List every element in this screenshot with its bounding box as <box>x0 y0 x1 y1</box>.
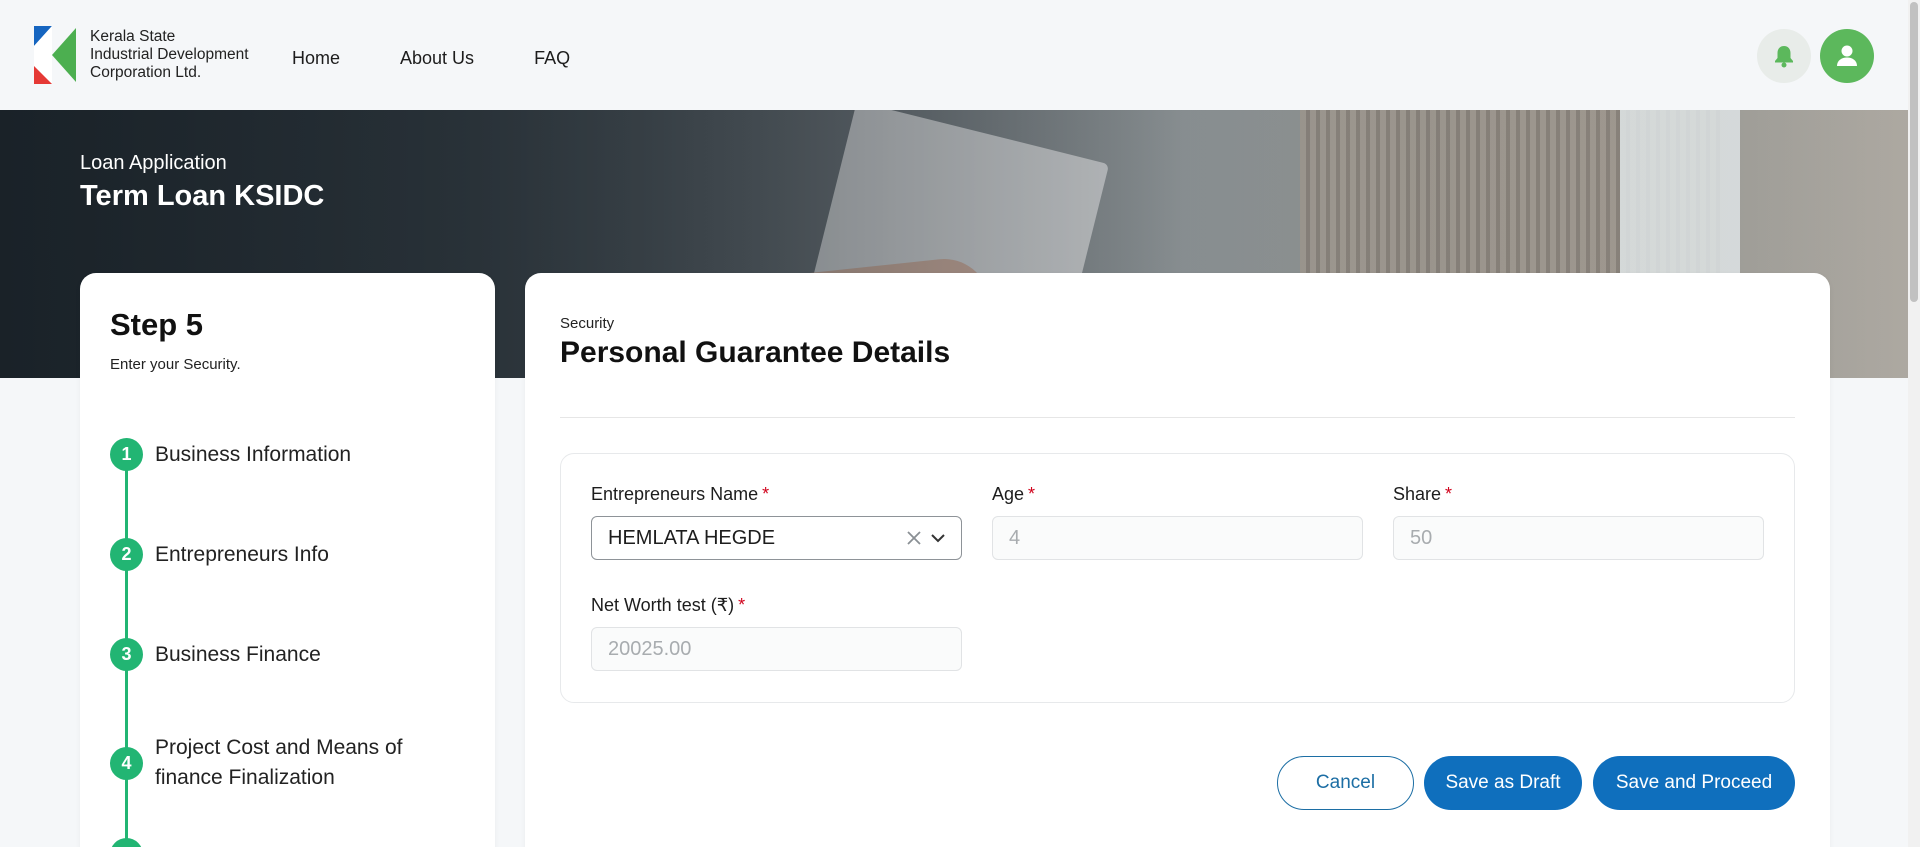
nav-faq[interactable]: FAQ <box>534 48 570 69</box>
age-label: Age * <box>992 484 1363 508</box>
step-number <box>110 838 143 847</box>
divider <box>560 417 1795 418</box>
required-mark: * <box>1445 484 1453 504</box>
select-controls <box>907 531 945 545</box>
required-mark: * <box>738 595 746 615</box>
required-mark: * <box>762 484 770 504</box>
main-nav: Home About Us FAQ <box>292 48 630 69</box>
age-input[interactable]: 4 <box>992 516 1363 560</box>
user-icon <box>1837 45 1857 66</box>
steps-panel: Step 5 Enter your Security. 1 Business I… <box>80 273 495 847</box>
chevron-down-icon[interactable] <box>931 533 945 543</box>
brand-line-3: Corporation Ltd. <box>90 64 202 81</box>
share-label: Share * <box>1393 484 1764 508</box>
top-header: Kerala State Industrial Development Corp… <box>0 0 1908 110</box>
step-number: 4 <box>110 746 143 780</box>
close-icon[interactable] <box>907 531 921 545</box>
step-item-business-information[interactable]: 1 Business Information <box>110 438 351 471</box>
step-title: Step 5 <box>110 307 204 342</box>
bell-icon <box>1775 46 1793 68</box>
brand-name: Kerala State Industrial Development Corp… <box>90 28 290 82</box>
section-subtitle: Security <box>560 315 615 332</box>
nav-home[interactable]: Home <box>292 48 340 69</box>
entrepreneur-name-field: Entrepreneurs Name * HEMLATA HEGDE <box>591 484 962 560</box>
save-proceed-button[interactable]: Save and Proceed <box>1593 756 1795 810</box>
step-item-business-finance[interactable]: 3 Business Finance <box>110 638 321 671</box>
brand-line-1: Kerala State <box>90 28 176 45</box>
net-worth-field: Net Worth test (₹) * 20025.00 <box>591 595 962 671</box>
guarantee-fields-group: Entrepreneurs Name * HEMLATA HEGDE Age * 4… <box>560 453 1795 703</box>
notification-button[interactable] <box>1757 29 1811 83</box>
step-label: Entrepreneurs Info <box>155 542 329 566</box>
net-worth-label: Net Worth test (₹) * <box>591 595 962 619</box>
entrepreneur-name-label-text: Entrepreneurs Name <box>591 484 759 504</box>
step-number: 1 <box>110 438 143 471</box>
section-title: Personal Guarantee Details <box>560 336 951 369</box>
step-label: Business Information <box>155 442 352 466</box>
cancel-button[interactable]: Cancel <box>1277 756 1414 810</box>
guarantee-form-card: Security Personal Guarantee Details Entr… <box>525 273 1830 847</box>
net-worth-input[interactable]: 20025.00 <box>591 627 962 671</box>
required-mark: * <box>1028 484 1036 504</box>
profile-button[interactable] <box>1820 29 1874 83</box>
scrollbar-thumb[interactable] <box>1910 2 1918 302</box>
net-worth-label-text: Net Worth test (₹) <box>591 595 735 615</box>
page-title: Term Loan KSIDC <box>80 180 325 212</box>
step-item-next[interactable] <box>110 838 143 847</box>
hero-subtitle: Loan Application <box>80 152 227 174</box>
entrepreneur-name-label: Entrepreneurs Name * <box>591 484 962 508</box>
share-label-text: Share <box>1393 484 1442 504</box>
share-input[interactable]: 50 <box>1393 516 1764 560</box>
nav-about-us[interactable]: About Us <box>400 48 474 69</box>
step-item-entrepreneurs-info[interactable]: 2 Entrepreneurs Info <box>110 538 329 571</box>
share-field: Share * 50 <box>1393 484 1764 560</box>
entrepreneur-name-select[interactable]: HEMLATA HEGDE <box>591 516 962 560</box>
entrepreneur-name-value: HEMLATA HEGDE <box>608 526 776 549</box>
page-scrollbar[interactable] <box>1908 0 1920 847</box>
step-label: Business Finance <box>155 642 321 666</box>
age-label-text: Age <box>992 484 1025 504</box>
step-number: 2 <box>110 538 143 571</box>
brand-line-2: Industrial Development <box>90 46 249 63</box>
age-field: Age * 4 <box>992 484 1363 560</box>
step-number: 3 <box>110 638 143 671</box>
step-label: Project Cost and Means of finance Finali… <box>155 736 403 789</box>
step-description: Enter your Security. <box>110 356 241 373</box>
step-item-project-cost[interactable]: 4 Project Cost and Means of finance Fina… <box>110 733 450 793</box>
save-draft-button[interactable]: Save as Draft <box>1424 756 1582 810</box>
ksidc-logo-icon[interactable] <box>34 26 76 84</box>
